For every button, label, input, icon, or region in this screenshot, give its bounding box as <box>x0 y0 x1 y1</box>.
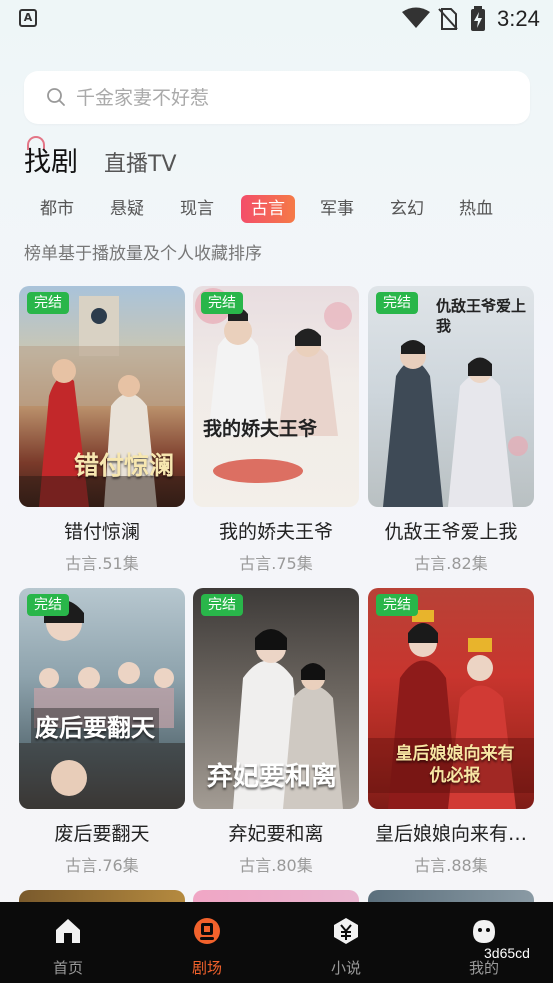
theater-icon <box>194 918 220 944</box>
category-junshi[interactable]: 军事 <box>316 195 358 223</box>
category-dushi[interactable]: 都市 <box>36 195 78 223</box>
category-tabs: 都市 悬疑 现言 古言 军事 玄幻 热血 <box>24 195 534 223</box>
nav-profile[interactable]: 我的 <box>434 902 534 983</box>
completed-badge: 完结 <box>376 594 418 616</box>
nav-home[interactable]: 首页 <box>18 902 118 983</box>
app-screen: A 3:24 找剧 直播TV 都市 悬疑 现言 古言 军事 <box>0 0 553 983</box>
status-bar: A 3:24 <box>0 0 553 38</box>
tab-find-drama[interactable]: 找剧 <box>24 140 78 179</box>
completed-badge: 完结 <box>201 594 243 616</box>
battery-charging-icon <box>471 6 485 31</box>
drama-title[interactable]: 弃妃要和离 <box>193 819 359 846</box>
drama-poster[interactable]: 错付惊澜 完结 <box>19 286 185 507</box>
no-sim-icon <box>438 8 458 30</box>
search-bar[interactable] <box>24 71 530 124</box>
ranking-note: 榜单基于播放量及个人收藏排序 <box>24 244 262 264</box>
drama-poster[interactable]: 废后要翻天 完结 <box>19 588 185 809</box>
wifi-icon <box>402 7 430 28</box>
category-xuanhuan[interactable]: 玄幻 <box>386 195 428 223</box>
drama-card[interactable]: 弃妃要和离 完结 弃妃要和离 古言.80集 <box>193 588 359 878</box>
poster-art <box>195 288 352 483</box>
home-icon <box>56 919 80 943</box>
category-xianyan[interactable]: 现言 <box>176 195 218 223</box>
novel-icon <box>334 918 358 944</box>
nav-theater[interactable]: 剧场 <box>157 902 257 983</box>
drama-card[interactable]: 我的娇夫王爷 完结 我的娇夫王爷 古言.75集 <box>193 286 359 576</box>
poster-title: 我的娇夫王爷 <box>203 418 318 440</box>
completed-badge: 完结 <box>27 292 69 314</box>
drama-title[interactable]: 我的娇夫王爷 <box>193 517 359 544</box>
nav-label: 剧场 <box>191 959 222 977</box>
drama-meta: 古言.82集 <box>414 554 488 573</box>
search-icon <box>47 88 65 106</box>
search-input[interactable] <box>76 81 506 114</box>
drama-poster[interactable]: 我的娇夫王爷 完结 <box>193 286 359 507</box>
nav-label: 首页 <box>52 959 83 977</box>
drama-title[interactable]: 皇后娘娘向来有… <box>368 819 534 846</box>
tab-live-tv[interactable]: 直播TV <box>104 146 177 178</box>
drama-meta: 古言.51集 <box>65 554 139 573</box>
poster-title: 废后要翻天 <box>31 708 159 743</box>
app-notification-icon: A <box>19 9 37 27</box>
drama-card[interactable]: 皇后娘娘向来有仇必报 完结 皇后娘娘向来有… 古言.88集 <box>368 588 534 878</box>
drama-poster[interactable]: 仇敌王爷爱上我 完结 <box>368 286 534 507</box>
watermark-text: 3d65cd <box>484 945 530 961</box>
poster-title: 错付惊澜 <box>74 451 175 480</box>
nav-novel[interactable]: 小说 <box>296 902 396 983</box>
drama-title[interactable]: 仇敌王爷爱上我 <box>368 517 534 544</box>
bottom-navigation: 首页 剧场 小说 我的 <box>0 902 553 983</box>
profile-icon <box>473 920 495 943</box>
drama-title[interactable]: 错付惊澜 <box>19 517 185 544</box>
drama-meta: 古言.88集 <box>414 856 488 875</box>
drama-meta: 古言.76集 <box>65 856 139 875</box>
drama-card[interactable]: 仇敌王爷爱上我 完结 仇敌王爷爱上我 古言.82集 <box>368 286 534 576</box>
drama-meta: 古言.80集 <box>239 856 313 875</box>
completed-badge: 完结 <box>201 292 243 314</box>
drama-title[interactable]: 废后要翻天 <box>19 819 185 846</box>
drama-card[interactable]: 废后要翻天 完结 废后要翻天 古言.76集 <box>19 588 185 878</box>
drama-card[interactable]: 错付惊澜 完结 错付惊澜 古言.51集 <box>19 286 185 576</box>
poster-title: 皇后娘娘向来有仇必报 <box>395 744 515 786</box>
completed-badge: 完结 <box>376 292 418 314</box>
drama-poster[interactable]: 弃妃要和离 完结 <box>193 588 359 809</box>
poster-art <box>19 600 185 809</box>
category-xuanyi[interactable]: 悬疑 <box>106 195 148 223</box>
completed-badge: 完结 <box>27 594 69 616</box>
drama-poster[interactable]: 皇后娘娘向来有仇必报 完结 <box>368 588 534 809</box>
category-rexue[interactable]: 热血 <box>455 195 497 223</box>
drama-meta: 古言.75集 <box>239 554 313 573</box>
nav-label: 小说 <box>330 959 361 977</box>
poster-title: 弃妃要和离 <box>207 762 338 792</box>
poster-title: 仇敌王爷爱上我 <box>436 297 527 335</box>
category-guyan[interactable]: 古言 <box>241 195 295 223</box>
clock: 3:24 <box>497 6 540 31</box>
